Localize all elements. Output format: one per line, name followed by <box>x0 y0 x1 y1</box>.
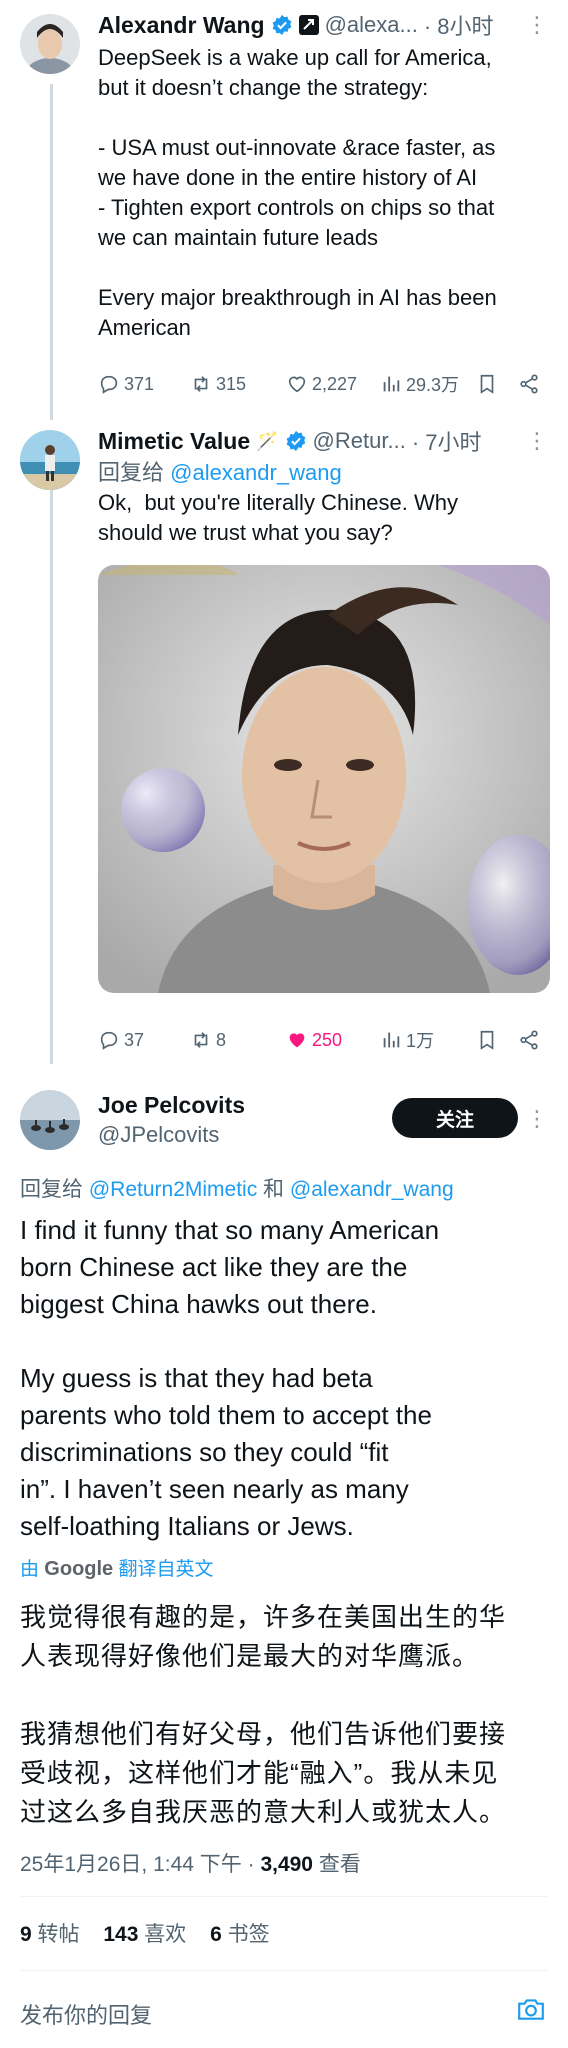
reply-count: 371 <box>124 373 155 394</box>
verified-badge-icon <box>286 430 305 452</box>
mention-link[interactable]: @alexandr_wang <box>290 1178 454 1201</box>
tweet-mimetic-value[interactable]: Mimetic Value 🪄 @Retur... · 7小时 ⋮ 回复给 @a… <box>0 420 568 1060</box>
divider <box>20 1970 548 1971</box>
google-logo: Google <box>44 1558 114 1580</box>
tweet-alexandr-wang[interactable]: Alexandr Wang @alexa... · 8小时 ⋮ DeepSeek… <box>0 0 568 420</box>
more-options-icon[interactable]: ⋮ <box>526 428 548 454</box>
views-count: 1万 <box>406 1031 435 1051</box>
tweet-photo[interactable] <box>98 565 550 993</box>
share-icon[interactable] <box>518 1029 540 1051</box>
translated-text: 我觉得很有趣的是，许多在美国出生的华 人表现得好像他们是最大的对华鹰派。 我猜想… <box>20 1602 507 1827</box>
retweets-label: 转帖 <box>31 1923 80 1946</box>
more-options-icon[interactable]: ⋮ <box>526 12 548 38</box>
reply-input[interactable]: 发布你的回复 <box>20 1998 152 2030</box>
author-name[interactable]: Alexandr Wang <box>98 12 265 39</box>
like-button[interactable]: 250 <box>286 1029 380 1051</box>
views-count: 3,490 <box>260 1853 313 1876</box>
bookmarks-label: 书签 <box>221 1923 270 1946</box>
share-icon[interactable] <box>518 373 540 395</box>
bookmark-icon[interactable] <box>476 373 498 395</box>
author-handle[interactable]: @JPelcovits <box>98 1122 219 1148</box>
likes-label: 喜欢 <box>138 1923 187 1946</box>
reply-icon <box>100 1031 118 1050</box>
camera-icon[interactable] <box>516 1994 546 2024</box>
heart-filled-icon <box>289 1033 305 1048</box>
affiliation-badge-icon <box>298 15 319 35</box>
more-options-icon[interactable]: ⋮ <box>526 1106 548 1132</box>
views-count: 29.3万 <box>406 375 460 395</box>
follow-button[interactable]: 关注 <box>392 1098 518 1138</box>
author-name[interactable]: Mimetic Value <box>98 428 250 455</box>
mention-link[interactable]: @alexandr_wang <box>170 460 342 485</box>
views-icon <box>383 1032 400 1048</box>
like-count: 2,227 <box>312 373 358 394</box>
translate-by: 由 <box>20 1559 40 1580</box>
like-button[interactable]: 2,227 <box>286 373 380 395</box>
reply-button[interactable]: 37 <box>98 1029 190 1051</box>
tweet-time[interactable]: · 7小时 <box>412 425 482 457</box>
reply-icon <box>100 375 118 394</box>
likes-count: 143 <box>103 1923 139 1946</box>
heart-icon <box>288 376 306 393</box>
bookmarks-count: 6 <box>210 1923 222 1946</box>
author-handle[interactable]: @alexa... <box>325 12 418 38</box>
bookmark-icon[interactable] <box>476 1029 498 1051</box>
reply-count: 37 <box>124 1029 145 1050</box>
reply-button[interactable]: 371 <box>98 373 190 395</box>
like-count: 250 <box>312 1029 343 1050</box>
retweet-icon <box>194 1032 208 1048</box>
divider <box>20 1896 548 1897</box>
reply-composer[interactable]: 发布你的回复 <box>0 1982 568 2042</box>
tweet-timestamp: 25年1月26日, 1:44 下午 · 3,490 查看 <box>20 1848 361 1878</box>
tweet-time[interactable]: · 8小时 <box>424 9 494 41</box>
mention-link[interactable]: @Return2Mimetic <box>89 1178 257 1201</box>
tweet-header: Mimetic Value 🪄 @Retur... · 7小时 <box>98 424 482 458</box>
likes-stat[interactable]: 143 喜欢 <box>103 1923 186 1946</box>
engagement-stats: 9 转帖 143 喜欢 6 书签 <box>20 1918 270 1948</box>
main-tweet: Joe Pelcovits @JPelcovits 关注 ⋮ 回复给 @Retu… <box>0 1070 568 2048</box>
avatar[interactable] <box>20 1090 80 1150</box>
tweet-text: I find it funny that so many American bo… <box>20 1215 440 1541</box>
bookmarks-stat[interactable]: 6 书签 <box>210 1923 270 1946</box>
replying-to: 回复给 @Return2Mimetic 和 @alexandr_wang <box>20 1173 454 1203</box>
views-label: 查看 <box>313 1853 361 1876</box>
tweet-text: DeepSeek is a wake up call for America, … <box>98 45 497 340</box>
reply-prefix: 回复给 <box>20 1178 89 1201</box>
retweet-button[interactable]: 315 <box>190 373 286 395</box>
retweet-icon <box>194 376 208 392</box>
reply-joiner: 和 <box>257 1178 290 1201</box>
translate-label: 翻译自英文 <box>118 1559 214 1580</box>
avatar[interactable] <box>20 430 80 490</box>
tweet-header: Alexandr Wang @alexa... · 8小时 <box>98 8 494 42</box>
portrait-image <box>98 565 550 993</box>
author-handle[interactable]: @Retur... <box>313 428 406 454</box>
avatar[interactable] <box>20 14 80 74</box>
views-button[interactable]: 29.3万 <box>380 371 476 397</box>
name-emoji: 🪄 <box>256 430 279 451</box>
retweet-button[interactable]: 8 <box>190 1029 286 1051</box>
retweets-stat[interactable]: 9 转帖 <box>20 1923 80 1946</box>
retweet-count: 8 <box>216 1029 227 1050</box>
translate-link[interactable]: 由 Google 翻译自英文 <box>20 1554 213 1581</box>
views-button[interactable]: 1万 <box>380 1027 476 1053</box>
timestamp-text[interactable]: 25年1月26日, 1:44 下午 · <box>20 1853 260 1876</box>
reply-prefix: 回复给 <box>98 460 171 485</box>
author-name[interactable]: Joe Pelcovits <box>98 1092 245 1119</box>
tweet-actions: 37 8 250 1万 <box>98 1024 542 1056</box>
retweets-count: 9 <box>20 1923 32 1946</box>
replying-to: 回复给 @alexandr_wang <box>98 458 548 488</box>
views-icon <box>383 376 400 392</box>
tweet-actions: 371 315 2,227 29.3万 <box>98 368 542 400</box>
tweet-text: Ok, but you're literally Chinese. Why sh… <box>98 490 459 545</box>
retweet-count: 315 <box>216 373 247 394</box>
verified-badge-icon <box>272 14 291 36</box>
